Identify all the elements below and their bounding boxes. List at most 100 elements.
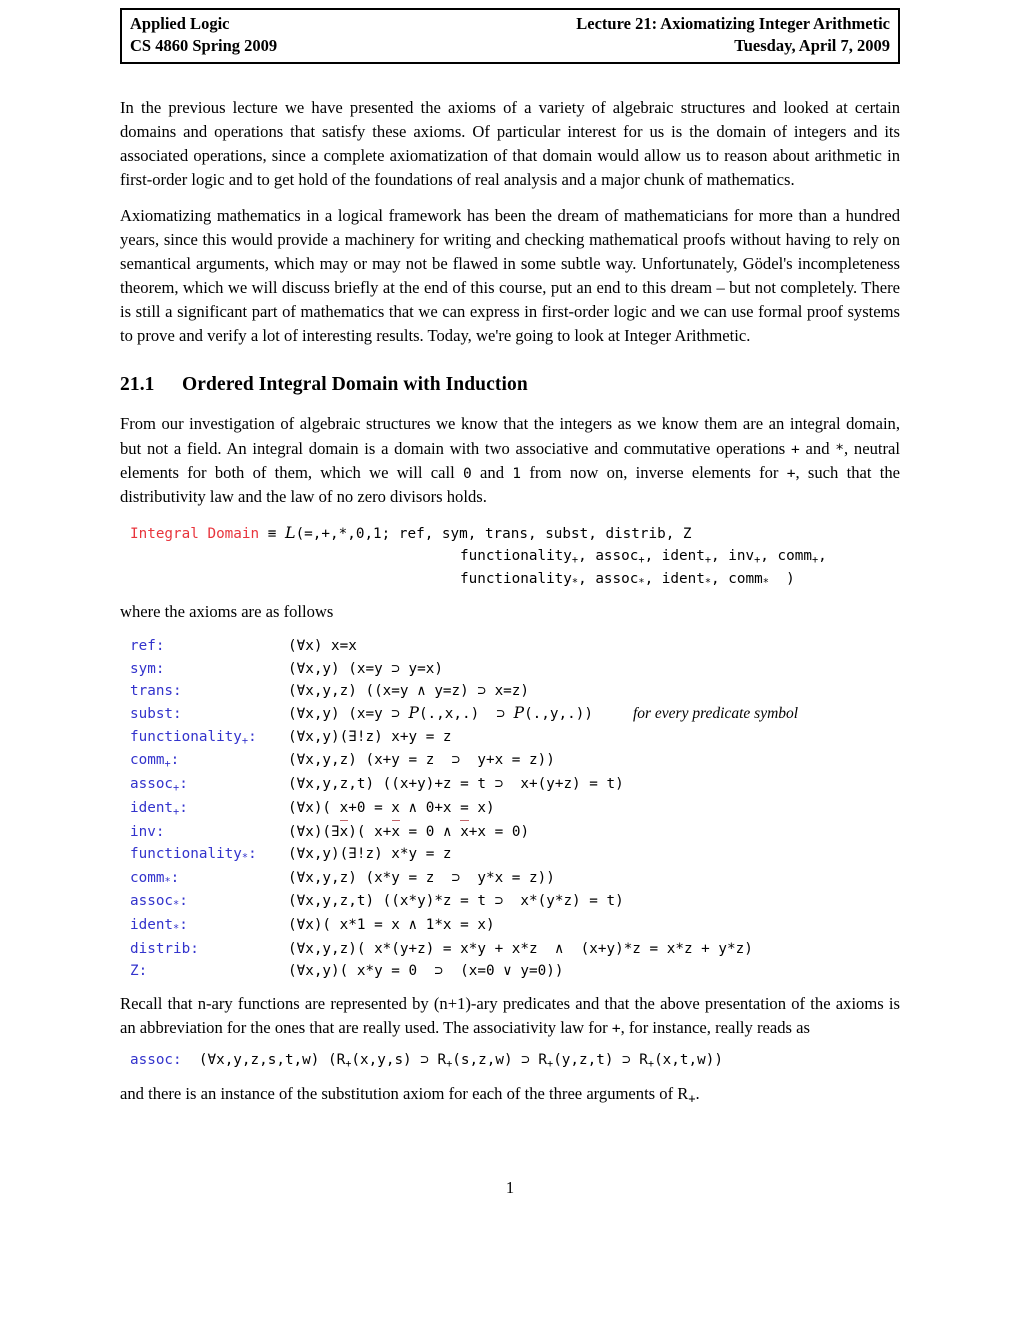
predicate-symbol-p2: P (513, 703, 525, 722)
axiom-row: inv: (∀x)(∃x)( x+x = 0 ∧ x+x = 0) (130, 820, 900, 843)
op-plus-1: + (791, 440, 800, 458)
equiv-symbol: ≡ (267, 525, 277, 542)
axiom-note-subst: for every predicate symbol (632, 704, 799, 722)
axiom-formula: (∀x) x=x (288, 638, 357, 655)
axiom-list: ref: (∀x) x=x sym: (∀x,y) (x=y ⊃ y=x) tr… (120, 635, 900, 982)
axiom-label-text: functionality (130, 728, 242, 745)
op-times-1: * (835, 440, 845, 458)
const-one: 1 (512, 464, 522, 482)
axiom-formula: (∀x,y,z) (x+y = z ⊃ y+x = z)) (288, 752, 555, 769)
predicate-symbol-p1: P (408, 703, 419, 722)
axiom-label-inv: inv: (130, 823, 165, 840)
axiom-subscript: + (164, 758, 171, 771)
axiom-subscript: * (173, 899, 180, 912)
axiom-row: subst: (∀x,y) (x=y ⊃ P(.,x,.) ⊃ P(.,y,.)… (130, 702, 900, 726)
header-row-top: Applied Logic Lecture 21: Axiomatizing I… (130, 13, 890, 35)
axiom-formula: (∀x)( x+0 = x ∧ 0+x = x) (288, 799, 495, 816)
axiom-label-text: sym (130, 660, 156, 677)
axiom-label-text: assoc (130, 776, 174, 793)
overline-x: x (460, 820, 469, 843)
axiom-subscript: + (173, 805, 180, 818)
definition-signature: (=,+,*,0,1; ref, sym, trans, subst, dist… (295, 525, 692, 542)
section-intro-paragraph: From our investigation of algebraic stru… (120, 412, 900, 509)
assoc-expanded-formula: assoc: (∀x,y,z,s,t,w) (R+(x,y,s) ⊃ R+(s,… (130, 1052, 723, 1071)
axiom-row: sym: (∀x,y) (x=y ⊃ y=x) (130, 658, 900, 680)
section-intro-part2: and (799, 438, 836, 458)
axiom-label-ident-plus: ident+: (130, 799, 188, 818)
axiom-label-text: trans (130, 682, 174, 699)
axioms-caption: where the axioms are as follows (120, 602, 334, 622)
axiom-label-ident-times: ident*: (130, 917, 188, 936)
axiom-label-text: assoc (130, 893, 174, 910)
lecture-date: Tuesday, April 7, 2009 (734, 35, 890, 55)
axiom-label-text: ident (130, 799, 174, 816)
axiom-formula: (∀x,y)( x*y = 0 ⊃ (x=0 ∨ y=0)) (288, 963, 564, 980)
axiom-row: assoc*: (∀x,y,z,t) ((x*y)*z = t ⊃ x*(y*z… (130, 890, 900, 914)
section-number: 21.1 (120, 374, 155, 396)
axiom-formula: (∀x,y,z) (x*y = z ⊃ y*x = z)) (288, 869, 555, 886)
axiom-formula: (∀x,y,z,t) ((x*y)*z = t ⊃ x*(y*z) = t) (288, 893, 624, 910)
axiom-row: distrib: (∀x,y,z)( x*(y+z) = x*y + x*z ∧… (130, 938, 900, 960)
axiom-subscript: * (164, 875, 171, 888)
course-code: CS 4860 Spring 2009 (130, 35, 278, 55)
axiom-label-text: ident (130, 917, 174, 934)
axiom-label-text: subst (130, 705, 174, 722)
axiom-row: ident*: (∀x)( x*1 = x ∧ 1*x = x) (130, 914, 900, 938)
axiom-label-text: ref (130, 638, 156, 655)
intro-paragraph-1: In the previous lecture we have presente… (120, 98, 900, 190)
axiom-label-sym: sym: (130, 660, 165, 677)
axiom-row: ref: (∀x) x=x (130, 635, 900, 657)
axiom-subscript: * (241, 851, 249, 864)
final-part2: . (695, 1084, 700, 1104)
final-subscript: + (688, 1091, 696, 1106)
course-title: Applied Logic (130, 14, 230, 33)
axiom-label-text: comm (130, 869, 165, 886)
axiom-label-ref: ref: (130, 638, 165, 655)
axiom-row: functionality+: (∀x,y)(∃!z) x+y = z (130, 726, 900, 750)
axiom-row: assoc+: (∀x,y,z,t) ((x+y)+z = t ⊃ x+(y+z… (130, 773, 900, 797)
axiom-row: ident+: (∀x)( x+0 = x ∧ 0+x = x) (130, 797, 900, 821)
axiom-label-distrib: distrib: (130, 940, 199, 957)
header-row-bottom: CS 4860 Spring 2009 Tuesday, April 7, 20… (130, 35, 890, 57)
op-plus-3: + (611, 1020, 621, 1038)
document-page: Applied Logic Lecture 21: Axiomatizing I… (0, 0, 1020, 1320)
axiom-row: comm*: (∀x,y,z) (x*y = z ⊃ y*x = z)) (130, 867, 900, 891)
page-header-box: Applied Logic Lecture 21: Axiomatizing I… (120, 8, 900, 64)
section-intro-part4: and (471, 462, 513, 482)
document-body: In the previous lecture we have presente… (120, 96, 900, 1108)
op-plus-2: + (786, 464, 796, 482)
definition-name: Integral Domain (130, 525, 260, 542)
axiom-formula: (∀x,y)(∃!z) x+y = z (288, 728, 452, 745)
lecture-title: Lecture 21: Axiomatizing Integer Arithme… (576, 14, 890, 33)
const-zero: 0 (462, 464, 472, 482)
closing-paragraph: Recall that n-ary functions are represen… (120, 992, 900, 1040)
axiom-label-text: Z (130, 963, 139, 980)
axiom-label-text: functionality (130, 845, 242, 862)
axiom-subscript: + (173, 782, 180, 795)
language-symbol-icon: L (284, 522, 296, 542)
axiom-label-z: Z: (130, 963, 148, 980)
axiom-label-comm-plus: comm+: (130, 752, 180, 771)
axiom-subscript: + (241, 734, 249, 747)
axiom-subscript: * (173, 923, 180, 936)
overline-x: x (340, 820, 348, 843)
axiom-row: functionality*: (∀x,y)(∃!z) x*y = z (130, 843, 900, 867)
integral-domain-definition: Integral Domain ≡ L(=,+,*,0,1; ref, sym,… (130, 522, 827, 590)
intro-paragraph-2: Axiomatizing mathematics in a logical fr… (120, 205, 900, 346)
axiom-formula: (∀x)(∃x)( x+x = 0 ∧ x+x = 0) (288, 820, 529, 843)
assoc-label: assoc: (130, 1052, 182, 1069)
section-intro-part5: from now on, inverse elements for (521, 462, 787, 482)
axiom-label-text: distrib (130, 940, 191, 957)
axiom-formula: (∀x,y,z) ((x=y ∧ y=z) ⊃ x=z) (288, 682, 530, 699)
section-heading: 21.1 Ordered Integral Domain with Inducti… (120, 374, 900, 396)
axiom-row: trans: (∀x,y,z) ((x=y ∧ y=z) ⊃ x=z) (130, 680, 900, 702)
axiom-label-functionality-times: functionality*: (130, 845, 257, 864)
axiom-label-comm-times: comm*: (130, 869, 180, 888)
section-intro-part1: From our investigation of algebraic stru… (120, 414, 900, 458)
axiom-label-assoc-times: assoc*: (130, 893, 188, 912)
axiom-formula: (∀x,y)(∃!z) x*y = z (288, 845, 452, 862)
final-part1: and there is an instance of the substitu… (120, 1084, 689, 1104)
section-title: Ordered Integral Domain with Induction (182, 374, 528, 396)
axiom-formula: (∀x,y,z,t) ((x+y)+z = t ⊃ x+(y+z) = t) (288, 776, 624, 793)
axiom-label-text: inv (130, 823, 156, 840)
